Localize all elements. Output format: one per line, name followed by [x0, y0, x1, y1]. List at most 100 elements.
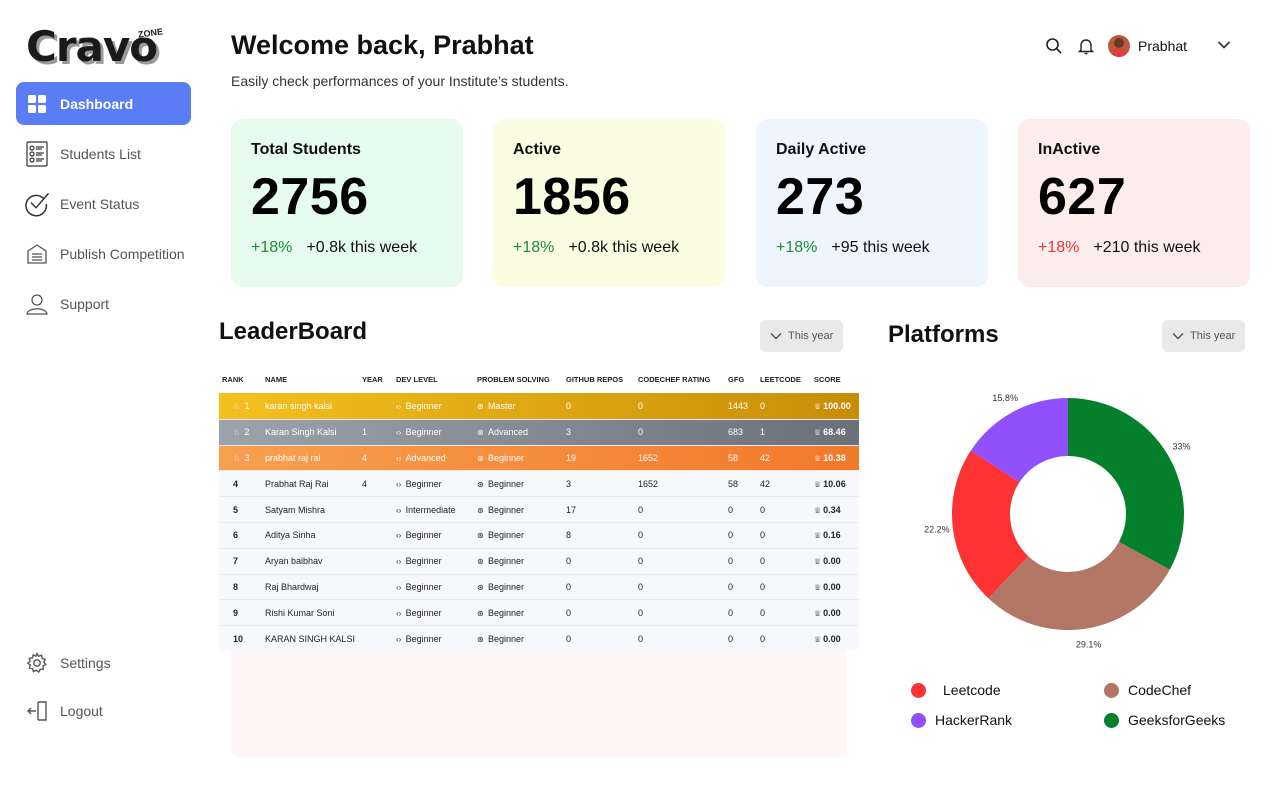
column-header[interactable]: DEV LEVEL	[393, 375, 474, 384]
table-cell-ps: ⊛ Advanced	[474, 427, 563, 437]
notifications-button[interactable]	[1072, 32, 1100, 60]
sidebar-item-settings[interactable]: Settings	[16, 642, 191, 684]
table-row[interactable]: 10 KARAN SINGH KALSI ‹› Beginner ⊛ Beginner…	[219, 625, 859, 651]
column-header[interactable]: GITHUB REPOS	[563, 375, 635, 384]
cell-value: 100.00	[823, 400, 851, 411]
sidebar-item-dashboard[interactable]: Dashboard	[16, 82, 191, 125]
column-header[interactable]: RANK	[219, 375, 262, 384]
trophy-icon: ♕	[814, 401, 822, 411]
legend-item[interactable]: Leetcode	[911, 682, 1001, 698]
table-row[interactable]: 7 Aryan baibhav ‹› Beginner ⊛ Beginner 0 0 0 0 ♕…	[219, 547, 859, 574]
cell-value: 0	[760, 400, 766, 411]
legend-label: CodeChef	[1128, 682, 1192, 698]
logout-icon	[24, 698, 50, 724]
table-cell-gfg: 0	[725, 505, 757, 515]
cell-value: 0.00	[823, 633, 841, 644]
stat-card-daily-active: Daily Active 273 +18% +95 this week	[756, 119, 988, 287]
table-cell-lc: 0	[757, 530, 811, 540]
table-cell-name: Prabhat Raj Rai	[262, 479, 359, 489]
table-cell-dev: ‹› Intermediate	[393, 505, 474, 515]
cell-value: 10.38	[823, 452, 846, 463]
column-header[interactable]: CODECHEF RATING	[635, 375, 725, 384]
leaderboard-footer-panel	[231, 640, 847, 758]
cell-value: prabhat raj rai	[265, 452, 321, 463]
table-cell-score: ♕ 0.00	[811, 608, 859, 618]
sidebar-item-label: Settings	[60, 655, 111, 671]
stat-card-total-students: Total Students 2756 +18% +0.8k this week	[231, 119, 463, 287]
cell-value: Beginner	[487, 504, 524, 515]
table-cell-gfg: 58	[725, 479, 757, 489]
trophy-icon: ♕	[814, 505, 822, 515]
table-cell-lc: 0	[757, 634, 811, 644]
column-header[interactable]: YEAR	[359, 375, 393, 384]
legend-item[interactable]: GeeksforGeeks	[1104, 712, 1225, 728]
sidebar-item-support[interactable]: Support	[16, 282, 191, 325]
legend-swatch	[1104, 682, 1119, 698]
table-cell-gh: 8	[563, 530, 635, 540]
table-row[interactable]: ♘ 1 karan singh kalsi ‹› Beginner ⊛ Master 0…	[219, 393, 859, 419]
user-name[interactable]: Prabhat	[1138, 38, 1187, 54]
code-icon: ‹›	[396, 531, 404, 541]
table-row[interactable]: 8 Raj Bhardwaj ‹› Beginner ⊛ Beginner 0 0 0 0 ♕ 0…	[219, 573, 859, 600]
cell-value: Beginner	[487, 633, 524, 644]
table-cell-cc: 0	[635, 582, 725, 592]
column-header[interactable]: SCORE	[811, 375, 859, 384]
sidebar-item-students-list[interactable]: Students List	[16, 132, 191, 175]
table-row[interactable]: ♘ 3 prabhat raj rai 4 ‹› Advanced ⊛ Beginner…	[219, 444, 859, 471]
table-row[interactable]: ♘ 2 Karan Singh Kalsi 1 ‹› Beginner ⊛ Advanc…	[219, 418, 859, 445]
cell-value: 0	[728, 633, 734, 644]
legend-swatch	[1104, 712, 1119, 728]
column-header[interactable]: NAME	[262, 375, 359, 384]
table-cell-dev: ‹› Beginner	[393, 530, 474, 540]
cell-value: 0	[566, 581, 572, 592]
column-header[interactable]: GFG	[725, 375, 757, 384]
column-header[interactable]: PROBLEM SOLVING	[474, 375, 563, 384]
table-row[interactable]: 6 Aditya Sinha ‹› Beginner ⊛ Beginner 8 0 0 0 ♕ 0…	[219, 521, 859, 548]
cell-value: 0	[638, 633, 644, 644]
table-row[interactable]: 5 Satyam Mishra ‹› Intermediate ⊛ Beginner 1…	[219, 496, 859, 522]
sidebar-nav: Dashboard Students List Event Status Pub…	[16, 82, 191, 332]
table-cell-gfg: 0	[725, 582, 757, 592]
sidebar-item-label: Dashboard	[60, 95, 134, 112]
table-cell-dev: ‹› Beginner	[393, 556, 474, 566]
avatar[interactable]	[1108, 35, 1130, 57]
table-cell-lc: 0	[757, 505, 811, 515]
table-cell-ps: ⊛ Beginner	[474, 479, 563, 489]
search-button[interactable]	[1040, 32, 1068, 60]
gear-icon	[24, 650, 50, 676]
code-icon: ‹›	[396, 557, 404, 567]
card-title: Active	[513, 141, 562, 158]
app-logo[interactable]: Cravo ZONE	[26, 22, 166, 76]
cell-value: 10	[233, 633, 244, 644]
trophy-icon: ♕	[814, 428, 822, 438]
sidebar-item-logout[interactable]: Logout	[16, 690, 191, 732]
sidebar-item-event-status[interactable]: Event Status	[16, 182, 191, 225]
table-row[interactable]: 9 Rishi Kumar Soni ‹› Beginner ⊛ Beginner 0 0…	[219, 599, 859, 626]
sidebar-item-publish-competition[interactable]: Publish Competition	[16, 232, 191, 275]
cell-value: 0	[638, 607, 644, 618]
table-cell-rank: 9	[219, 608, 262, 618]
cell-value: 58	[728, 452, 739, 463]
badge-icon: ⊛	[477, 582, 486, 592]
chevron-down-icon[interactable]	[1217, 37, 1231, 55]
legend-item[interactable]: HackerRank	[911, 712, 1012, 728]
cell-value: 42	[760, 478, 771, 489]
code-icon: ‹›	[396, 608, 404, 618]
cell-value: 0.34	[823, 504, 841, 515]
chevron-down-icon	[1172, 332, 1184, 340]
card-value: 1856	[513, 168, 631, 226]
card-change-percent: +18%	[1038, 239, 1080, 256]
medal-icon: ♘	[233, 401, 243, 411]
trophy-icon: ♕	[814, 531, 822, 541]
table-row[interactable]: 4 Prabhat Raj Rai 4 ‹› Beginner ⊛ Beginner 3 1…	[219, 470, 859, 497]
platforms-period-dropdown[interactable]: This year	[1162, 320, 1246, 352]
table-cell-gh: 3	[563, 479, 635, 489]
cell-value: 10.06	[823, 478, 846, 489]
leaderboard-period-dropdown[interactable]: This year	[760, 320, 844, 352]
page-subtitle: Easily check performances of your Instit…	[231, 73, 569, 89]
cell-value: 0	[760, 607, 766, 618]
column-header[interactable]: LEETCODE	[757, 375, 811, 384]
table-cell-dev: ‹› Beginner	[393, 427, 474, 437]
slice-geeksforgeeks[interactable]	[1068, 398, 1184, 570]
legend-item[interactable]: CodeChef	[1104, 682, 1191, 698]
